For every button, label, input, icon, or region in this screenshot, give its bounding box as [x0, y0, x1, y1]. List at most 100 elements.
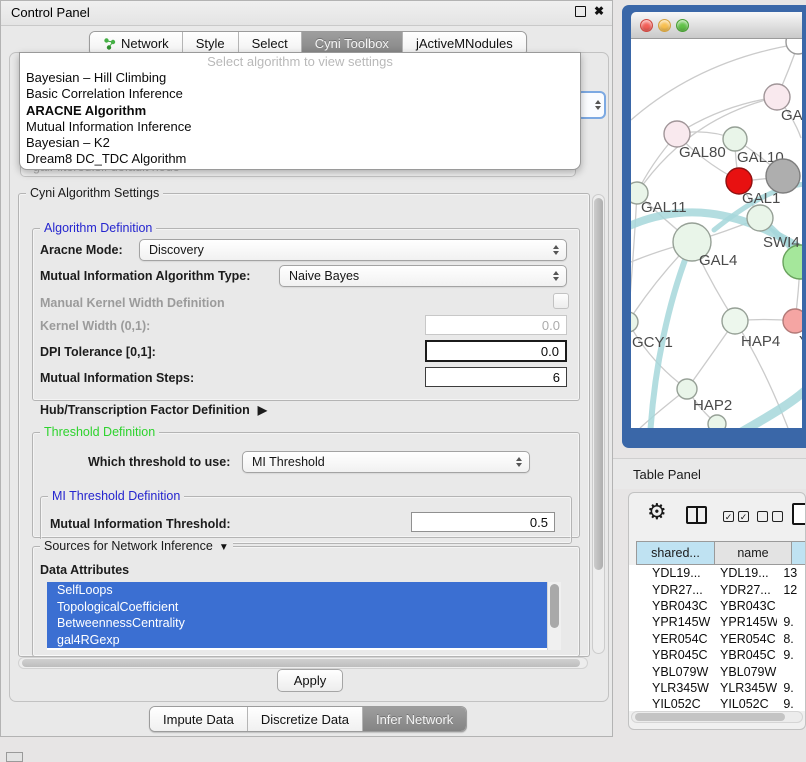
data-attributes-label: Data Attributes — [40, 563, 129, 577]
table-row[interactable]: YIL052CYIL052C9. — [643, 696, 806, 711]
network-node-y[interactable] — [783, 309, 802, 333]
settings-horizontal-scrollbar[interactable] — [18, 657, 588, 669]
table-panel-bar: Table Panel — [613, 458, 806, 489]
select-all-icon[interactable]: ✓✓ — [723, 511, 749, 522]
table-cell: YBR043C — [643, 599, 711, 613]
network-window-titlebar[interactable] — [631, 12, 802, 39]
column-header[interactable]: shared... — [636, 541, 715, 565]
table-cell: YBR045C — [711, 648, 777, 662]
sources-group-title[interactable]: Sources for Network Inference▼ — [40, 539, 233, 553]
hub-definition-expander[interactable]: Hub/Transcription Factor Definition ▶ — [40, 403, 267, 417]
network-edge[interactable] — [733, 390, 802, 428]
table-horizontal-scrollbar[interactable] — [631, 711, 803, 723]
attribute-list-item[interactable]: BetweennessCentrality — [47, 615, 547, 632]
data-attributes-list[interactable]: SelfLoopsTopologicalCoefficientBetweenne… — [47, 582, 561, 650]
table-cell: YBR043C — [711, 599, 777, 613]
table-row[interactable]: YLR345WYLR345W9. — [643, 680, 806, 696]
hub-definition-label: Hub/Transcription Factor Definition — [40, 403, 250, 417]
algorithm-option[interactable]: Mutual Information Inference — [20, 119, 580, 135]
algorithm-dropdown[interactable]: Select algorithm to view settings Bayesi… — [19, 52, 581, 170]
table-row[interactable]: YDL19...YDL19...13 — [643, 565, 806, 581]
algorithm-option[interactable]: Basic Correlation Inference — [20, 86, 580, 102]
apply-button[interactable]: Apply — [277, 669, 343, 692]
table-cell: 9. — [777, 615, 806, 629]
scrollbar-thumb[interactable] — [22, 659, 580, 667]
minimize-traffic-light-icon[interactable] — [658, 19, 671, 32]
table-row[interactable]: YER054CYER054C8. — [643, 631, 806, 647]
dpi-tolerance-field[interactable]: 0.0 — [425, 340, 567, 362]
attribute-list-item[interactable]: gal4RGexp — [47, 632, 547, 649]
tab-label: jActiveMNodules — [416, 36, 513, 51]
manual-kernel-checkbox[interactable] — [553, 293, 569, 309]
table-cell: YPR145W — [643, 615, 711, 629]
new-column-icon[interactable] — [792, 503, 806, 525]
attribute-list-item[interactable]: SelfLoops — [47, 582, 547, 599]
table-row[interactable]: YBR043CYBR043C — [643, 598, 806, 614]
algorithm-option[interactable]: Dream8 DC_TDC Algorithm — [20, 151, 580, 167]
close-traffic-light-icon[interactable] — [640, 19, 653, 32]
network-canvas[interactable]: GALGAL80GAL10GAL1GAL11SWI4GAL4GCY1HAP4YH… — [631, 39, 802, 428]
kernel-width-field[interactable]: 0.0 — [425, 315, 567, 335]
network-node[interactable] — [708, 415, 726, 428]
tab-infer-network[interactable]: Infer Network — [363, 707, 466, 731]
tab-discretize-data[interactable]: Discretize Data — [248, 707, 363, 731]
table-cell: YDR27... — [643, 583, 711, 597]
tab-label: Impute Data — [163, 712, 234, 727]
node-label: GAL11 — [641, 199, 687, 216]
scrollbar-thumb[interactable] — [550, 584, 559, 628]
network-edge[interactable] — [631, 193, 637, 322]
gear-icon[interactable]: ⚙ — [647, 501, 667, 523]
table-cell: YIL052C — [711, 697, 777, 711]
checked-box-icon: ✓ — [738, 511, 749, 522]
scrollbar-thumb[interactable] — [635, 713, 785, 721]
split-table-icon[interactable] — [686, 506, 707, 524]
table-row[interactable]: YBL079WYBL079W — [643, 663, 806, 679]
table-cell: YLR345W — [643, 681, 711, 695]
network-edge[interactable] — [677, 97, 777, 134]
close-panel-icon[interactable]: ✖ — [594, 4, 604, 18]
bottom-tab-bar: Impute Data Discretize DataInfer Network — [149, 706, 467, 732]
tab-impute-data[interactable]: Impute Data — [150, 707, 248, 731]
node-label: GAL80 — [679, 144, 726, 161]
network-node[interactable] — [747, 205, 773, 231]
mi-threshold-field[interactable]: 0.5 — [411, 512, 555, 532]
zoom-traffic-light-icon[interactable] — [676, 19, 689, 32]
tab-label: Select — [252, 36, 288, 51]
algorithm-option[interactable]: ARACNE Algorithm — [20, 103, 580, 119]
attribute-list-item[interactable]: TopologicalCoefficient — [47, 599, 547, 616]
mi-type-combo[interactable]: Naive Bayes — [279, 265, 567, 287]
list-vertical-scrollbar[interactable] — [547, 582, 561, 650]
collapsed-panel-button[interactable] — [6, 752, 23, 762]
algorithm-option[interactable]: Bayesian – K2 — [20, 135, 580, 151]
column-header[interactable]: name — [715, 541, 792, 565]
network-node-hap2[interactable] — [677, 379, 697, 399]
table-row[interactable]: YDR27...YDR27...12 — [643, 581, 806, 597]
collapse-triangle-icon[interactable]: ▼ — [219, 542, 229, 553]
expand-triangle-icon[interactable]: ▶ — [258, 403, 267, 417]
network-node[interactable] — [766, 159, 800, 193]
column-header[interactable]: A — [792, 541, 806, 565]
deselect-all-icon[interactable] — [757, 511, 783, 522]
table-cell: YLR345W — [711, 681, 777, 695]
network-node-gal10[interactable] — [723, 127, 747, 151]
table-cell: YBR045C — [643, 648, 711, 662]
scrollbar-thumb[interactable] — [594, 198, 603, 570]
network-node[interactable] — [786, 39, 802, 54]
combo-stepper-icon — [595, 100, 601, 110]
mi-steps-field[interactable]: 6 — [425, 367, 567, 387]
table-row[interactable]: YPR145WYPR145W9. — [643, 614, 806, 630]
node-label: SWI4 — [763, 234, 800, 251]
float-panel-icon[interactable] — [575, 6, 586, 17]
tab-label: Style — [196, 36, 225, 51]
which-threshold-combo[interactable]: MI Threshold — [242, 451, 530, 473]
algorithm-definition-title: Algorithm Definition — [40, 221, 156, 235]
table-row[interactable]: YBR045CYBR045C9. — [643, 647, 806, 663]
network-node-hap4[interactable] — [722, 308, 748, 334]
algorithm-option[interactable]: Bayesian – Hill Climbing — [20, 70, 580, 86]
aracne-mode-combo[interactable]: Discovery — [139, 239, 567, 261]
network-window[interactable]: GALGAL80GAL10GAL1GAL11SWI4GAL4GCY1HAP4YH… — [622, 5, 806, 448]
network-node-gcy1[interactable] — [631, 312, 638, 332]
settings-vertical-scrollbar[interactable] — [592, 194, 605, 654]
table-cell: 9. — [777, 648, 806, 662]
control-panel-window: Control Panel ✖ NetworkStyleSelectCyni T… — [0, 0, 613, 737]
